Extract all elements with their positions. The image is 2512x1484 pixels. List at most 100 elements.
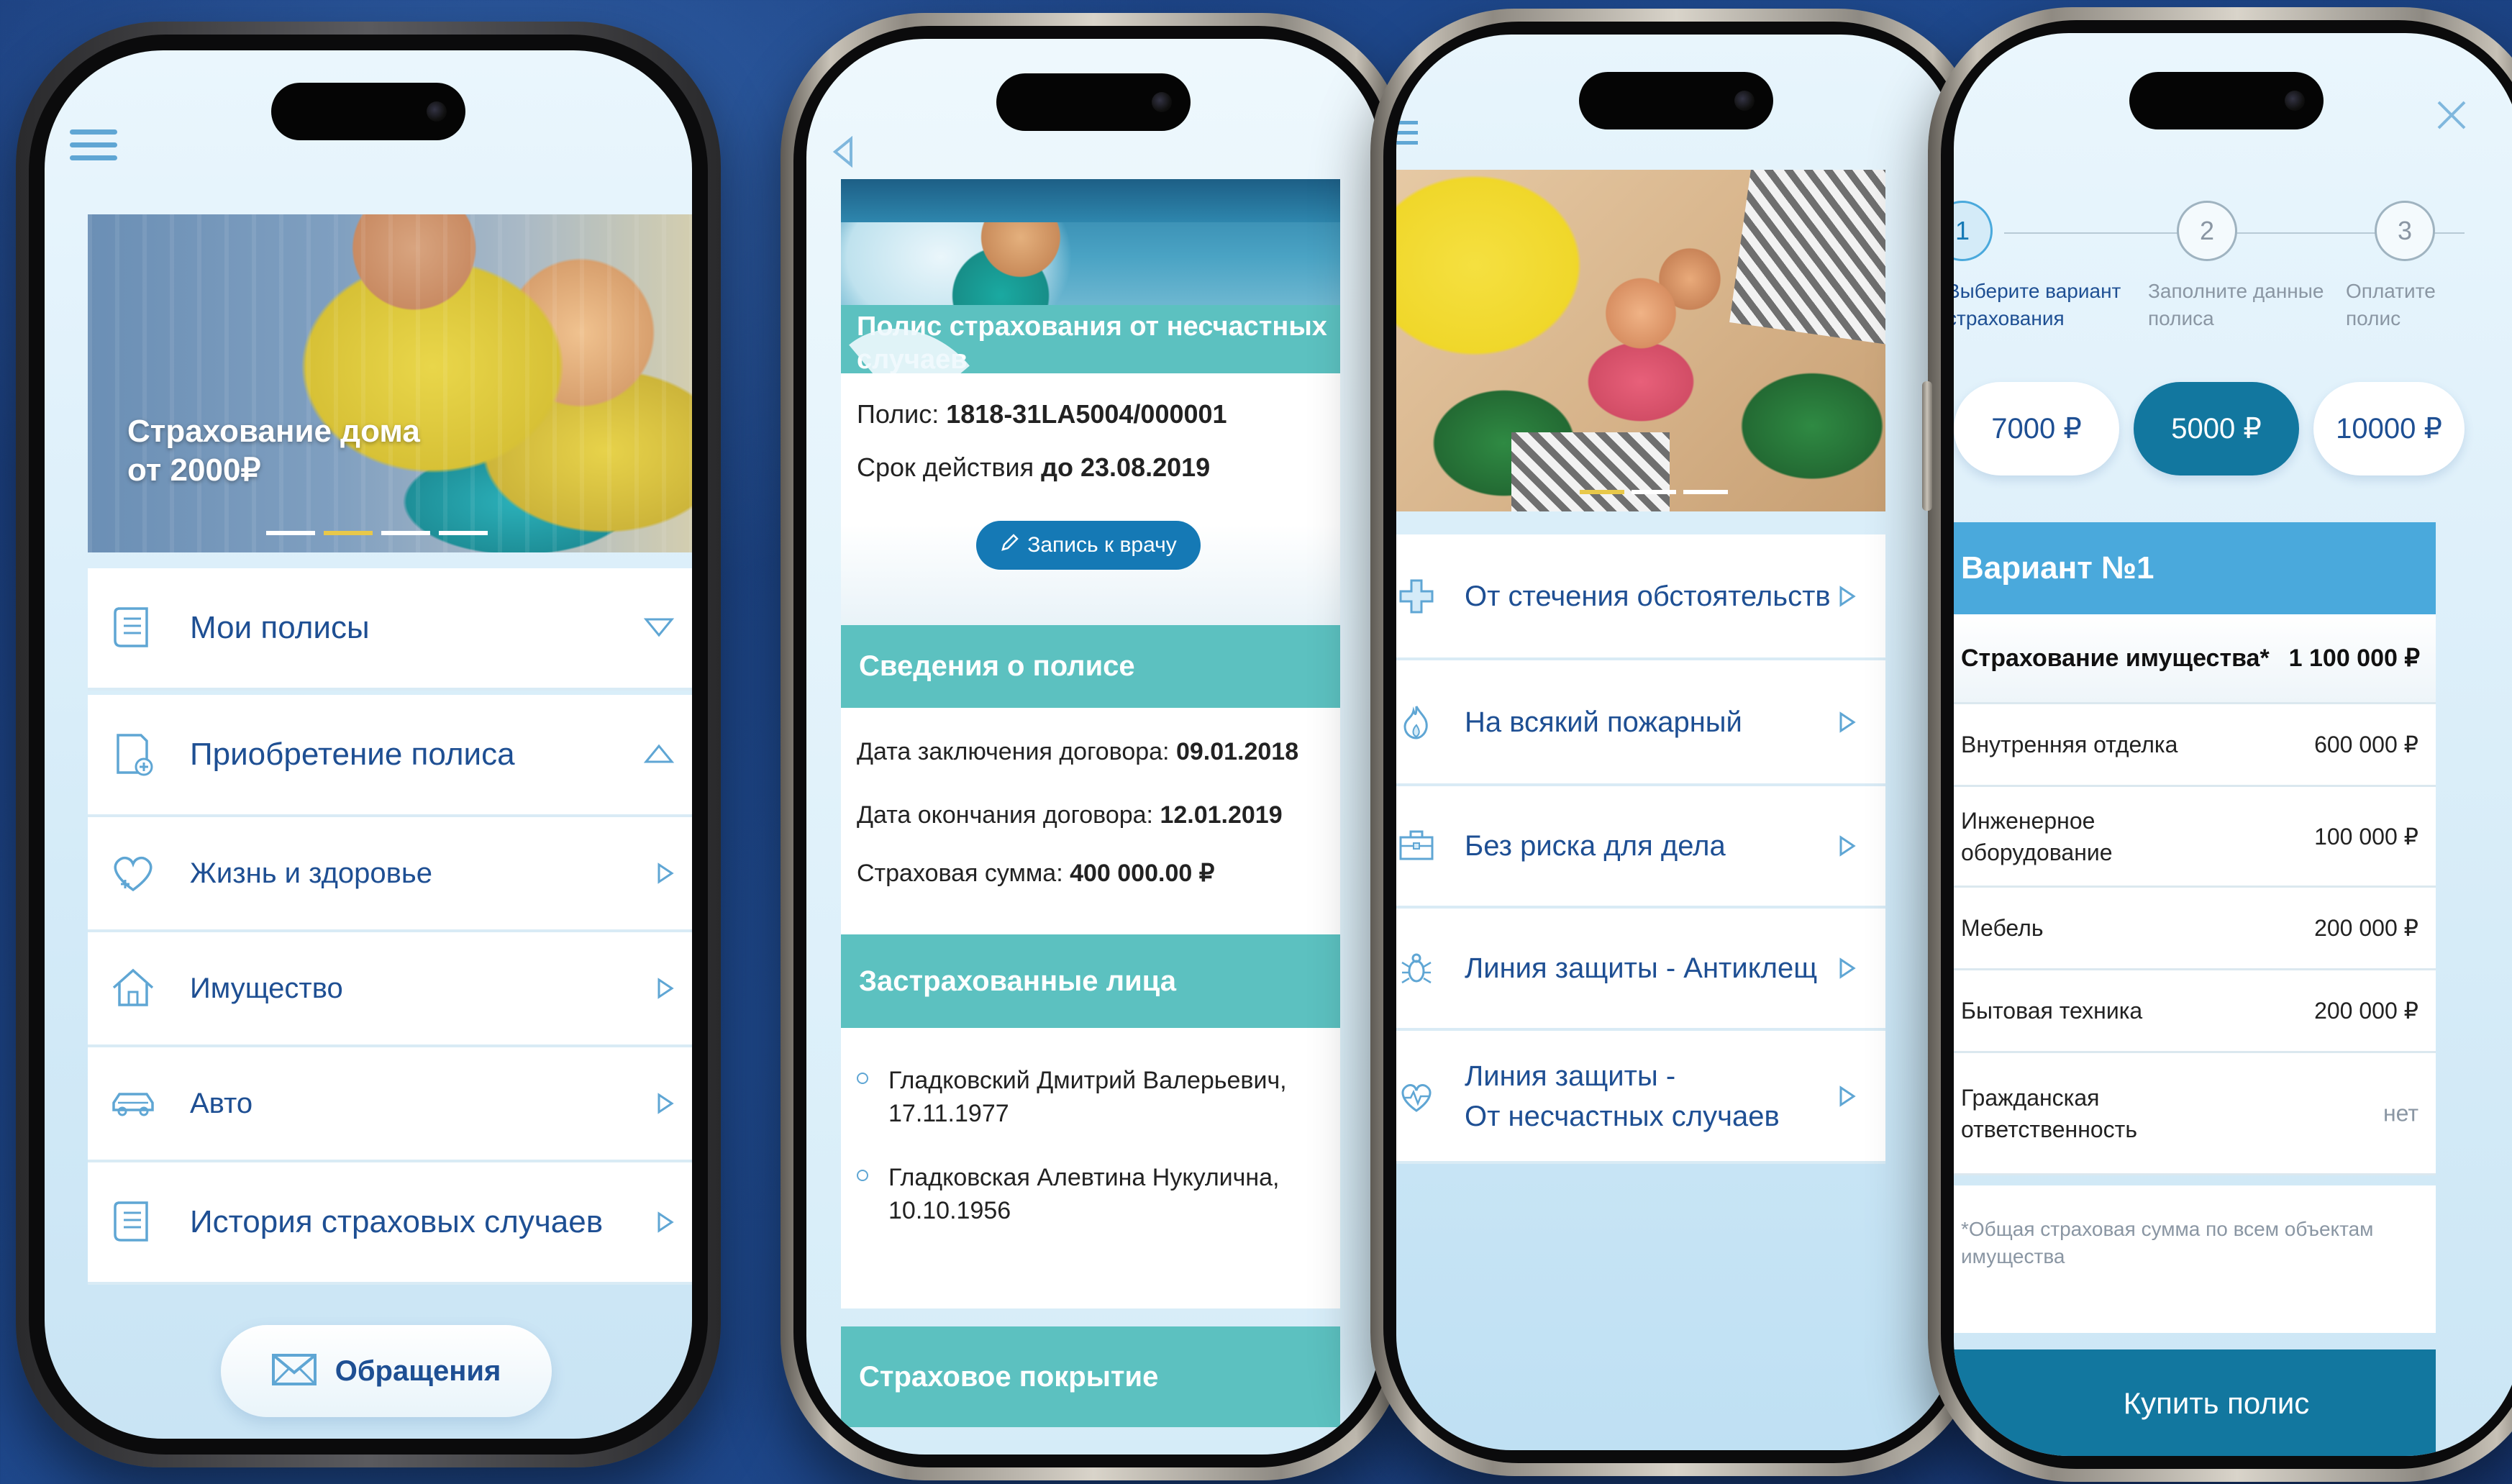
insurance-product-label: На всякий пожарный xyxy=(1465,706,1742,738)
buy-policy-button[interactable]: Купить полис xyxy=(1954,1349,2436,1456)
play-right-icon xyxy=(1838,1085,1857,1111)
phone-4: 1 Выберите вариант страхования 2 Заполните д… xyxy=(1922,7,2512,1482)
insurance-product-item[interactable]: На всякий пожарный xyxy=(1396,660,1885,786)
amount-option-button[interactable]: 10000 ₽ xyxy=(2313,382,2465,475)
play-right-icon xyxy=(1838,585,1857,611)
promo-banner[interactable] xyxy=(1396,170,1885,511)
hamburger-menu-icon[interactable] xyxy=(70,129,117,165)
flame-icon xyxy=(1398,704,1435,745)
play-right-icon xyxy=(656,1211,675,1237)
menu-item[interactable]: Жизнь и здоровье xyxy=(88,817,692,932)
contract-start-date: Дата заключения договора: 09.01.2018 xyxy=(857,738,1299,765)
coverage-label: Мебель xyxy=(1961,915,2044,941)
section-insured-persons-header[interactable]: Застрахованные лица xyxy=(841,934,1340,1028)
carousel-indicator[interactable] xyxy=(266,531,488,535)
step-number: 3 xyxy=(2375,201,2435,261)
heart-pulse-icon xyxy=(1398,1078,1435,1119)
insured-sum: Страховая сумма: 400 000.00 ₽ xyxy=(857,860,1215,887)
play-right-icon xyxy=(1838,834,1857,861)
coverage-value: 200 000 ₽ xyxy=(2314,915,2418,941)
section-coverage-header[interactable]: Страховое покрытие xyxy=(841,1326,1340,1427)
policy-validity: Срок действия до 23.08.2019 xyxy=(857,452,1211,482)
medical-cross-icon xyxy=(1398,578,1435,619)
coverage-value: 100 000 ₽ xyxy=(2314,823,2418,850)
policy-number: Полис: 1818-31LA5004/000001 xyxy=(857,399,1227,429)
step-number: 2 xyxy=(2177,201,2237,261)
close-icon[interactable] xyxy=(2436,99,2467,135)
insured-person: Гладковский Дмитрий Валерьевич, 17.11.197… xyxy=(857,1064,1287,1130)
scroll-document-icon xyxy=(108,603,158,657)
menu-item[interactable]: Мои полисы xyxy=(88,568,692,691)
insurance-product-item[interactable]: Линия защиты - От несчастных случаев xyxy=(1396,1031,1885,1164)
coverage-label: Инженерное оборудование xyxy=(1961,807,2113,865)
coverage-label: Бытовая техника xyxy=(1961,998,2143,1024)
phone-3: От стечения обстоятельств На всякий пожар… xyxy=(1370,9,1982,1476)
play-right-icon xyxy=(656,862,675,888)
coverage-label: Внутренняя отделка xyxy=(1961,732,2178,757)
appeals-button[interactable]: Обращения xyxy=(221,1325,552,1417)
coverage-row: Бытовая техника 200 000 ₽ xyxy=(1954,970,2436,1053)
promo-banner[interactable]: Страхование дома от 2000₽ xyxy=(88,214,692,552)
section-policy-info-header[interactable]: Сведения о полисе xyxy=(841,625,1340,708)
hamburger-menu-icon[interactable] xyxy=(1396,121,1418,150)
heart-plus-icon xyxy=(108,848,158,902)
coverage-value: 200 000 ₽ xyxy=(2314,998,2418,1024)
property-total-row: Страхование имущества* 1 100 000 ₽ xyxy=(1954,614,2436,704)
envelope-icon xyxy=(271,1353,317,1389)
variant-header: Вариант №1 xyxy=(1954,522,2436,614)
coverage-row: Мебель 200 000 ₽ xyxy=(1954,888,2436,970)
menu-item-label: История страховых случаев xyxy=(190,1204,604,1239)
scroll-document-icon xyxy=(108,1197,158,1251)
amount-option-button[interactable]: 5000 ₽ xyxy=(2134,382,2299,475)
insurance-product-item[interactable]: Без риска для дела xyxy=(1396,786,1885,909)
play-right-icon xyxy=(1838,711,1857,737)
menu-item-label: Авто xyxy=(190,1087,253,1119)
contract-end-date: Дата окончания договора: 12.01.2019 xyxy=(857,801,1283,829)
insurance-product-label: Без риска для дела xyxy=(1465,830,1726,862)
insurance-product-item[interactable]: Линия защиты - Антиклещ xyxy=(1396,909,1885,1031)
amount-option-button[interactable]: 7000 ₽ xyxy=(1954,382,2119,475)
menu-item-label: Мои полисы xyxy=(190,610,370,645)
pencil-icon xyxy=(1000,532,1020,558)
coverage-row: Внутренняя отделка 600 000 ₽ xyxy=(1954,704,2436,787)
menu-item-label: Жизнь и здоровье xyxy=(190,857,432,889)
coverage-row: Инженерное оборудование 100 000 ₽ xyxy=(1954,787,2436,888)
step-label: Заполните данные полиса xyxy=(2148,280,2324,329)
step-label: Оплатите полис xyxy=(2346,280,2436,329)
doctor-appointment-button[interactable]: Запись к врачу xyxy=(976,521,1201,570)
house-icon xyxy=(108,963,158,1017)
car-icon xyxy=(108,1078,158,1132)
coverage-value: нет xyxy=(2383,1100,2418,1126)
step-label: Выберите вариант страхования xyxy=(1954,280,2121,329)
menu-item[interactable]: Приобретение полиса xyxy=(88,695,692,817)
menu-item[interactable]: История страховых случаев xyxy=(88,1162,692,1285)
document-add-icon xyxy=(108,729,158,783)
insurance-product-label: От стечения обстоятельств xyxy=(1465,580,1831,612)
footnote: *Общая страховая сумма по всем объектам … xyxy=(1954,1185,2436,1333)
briefcase-icon xyxy=(1398,827,1435,868)
insurance-product-label: Линия защиты - От несчастных случаев xyxy=(1465,1060,1780,1132)
step-number: 1 xyxy=(1954,201,1993,261)
coverage-row: Гражданская ответственность нет xyxy=(1954,1053,2436,1175)
menu-item[interactable]: Имущество xyxy=(88,932,692,1047)
menu-item-label: Имущество xyxy=(190,972,343,1004)
play-right-icon xyxy=(1838,957,1857,983)
insurance-product-label: Линия защиты - Антиклещ xyxy=(1465,952,1818,984)
coverage-label: Гражданская ответственность xyxy=(1961,1084,2137,1142)
menu-item-label: Приобретение полиса xyxy=(190,737,515,772)
triangle-up-icon xyxy=(643,743,675,768)
stepper: 1 Выберите вариант страхования 2 Заполните д… xyxy=(1954,195,2512,332)
insured-person: Гладковская Алевтина Нукулична, 10.10.195… xyxy=(857,1161,1280,1227)
side-button xyxy=(1922,381,1932,511)
menu-item[interactable]: Авто xyxy=(88,1047,692,1162)
back-icon[interactable] xyxy=(832,135,854,171)
phone-2: Полис страхования от несчастных случаев … xyxy=(781,13,1406,1480)
phone-1: Страхование дома от 2000₽ Мои полисы Прио… xyxy=(16,22,721,1467)
coverage-value: 600 000 ₽ xyxy=(2314,732,2418,757)
insurance-product-item[interactable]: От стечения обстоятельств xyxy=(1396,534,1885,660)
amount-options: 7000 ₽5000 ₽10000 ₽ xyxy=(1954,382,2512,483)
banner-title: Страхование дома от 2000₽ xyxy=(127,414,420,488)
appeals-label: Обращения xyxy=(335,1355,501,1387)
carousel-indicator[interactable] xyxy=(1580,490,1728,494)
policy-banner: Полис страхования от несчастных случаев xyxy=(841,179,1340,373)
